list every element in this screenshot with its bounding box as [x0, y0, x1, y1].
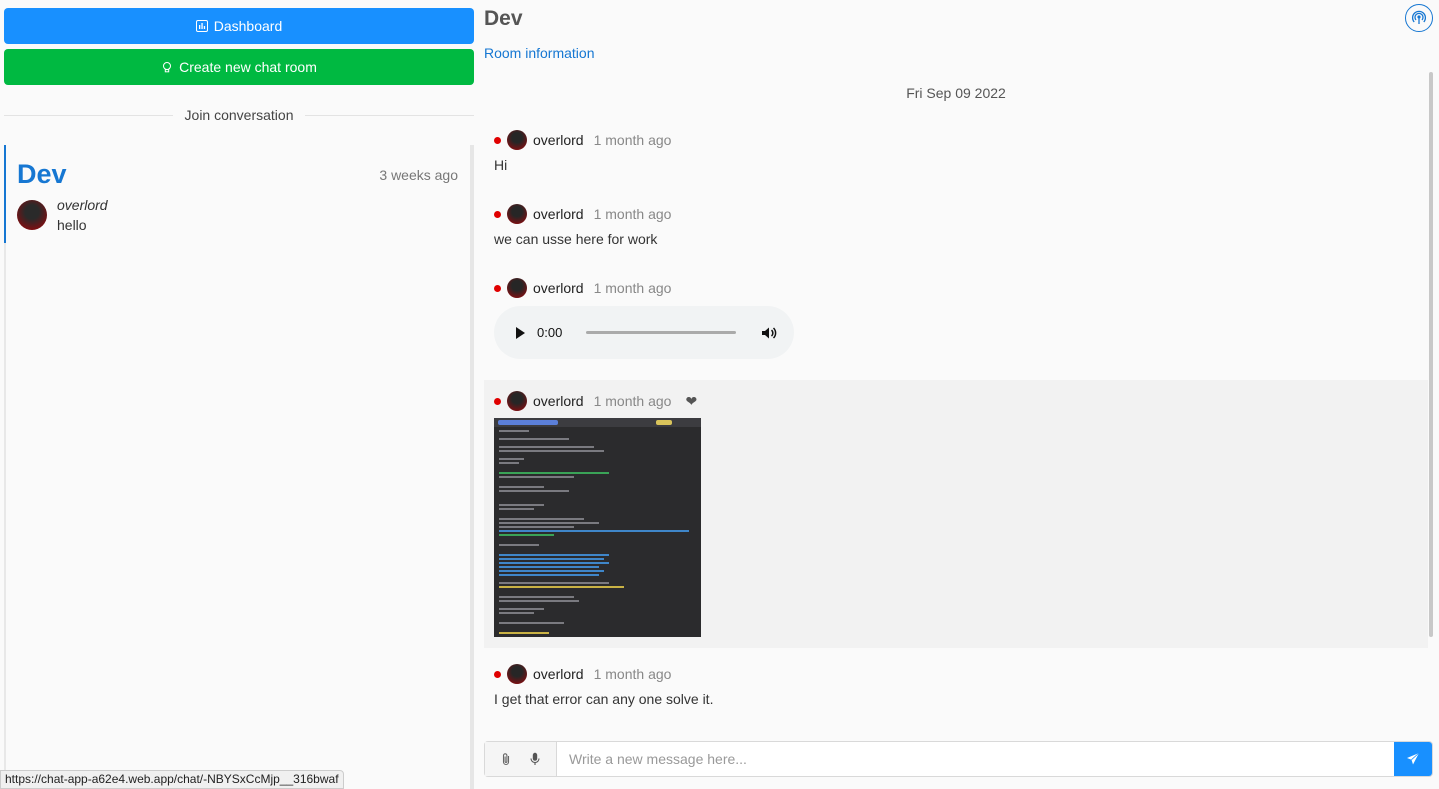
attach-button[interactable] [500, 752, 512, 766]
room-title: Dev [17, 159, 67, 189]
room-list: Dev 3 weeks ago overlord hello [4, 145, 470, 789]
date-separator: Fri Sep 09 2022 [906, 85, 1006, 101]
create-chat-room-button[interactable]: Create new chat room [4, 49, 474, 85]
message-text: I get that error can any one solve it. [494, 691, 714, 707]
dashboard-button[interactable]: Dashboard [4, 8, 474, 44]
sidebar: Dashboard Create new chat room Join conv… [0, 0, 478, 789]
send-button[interactable] [1394, 742, 1432, 776]
audio-time: 0:00 [537, 325, 563, 340]
volume-icon[interactable] [760, 324, 778, 342]
avatar [507, 664, 527, 684]
message-user: overlord [533, 666, 584, 682]
message-list-scrollbar[interactable] [1429, 72, 1433, 637]
message-header: overlord 1 month ago ❤ [494, 391, 697, 411]
sidebar-scrollbar[interactable] [470, 145, 474, 789]
composer-addons [485, 742, 557, 776]
message-header: overlord 1 month ago [494, 278, 671, 298]
message-header: overlord 1 month ago [494, 664, 671, 684]
message-text: we can usse here for work [494, 231, 658, 247]
room-item-dev[interactable]: Dev 3 weeks ago overlord hello [4, 145, 472, 243]
dashboard-label: Dashboard [213, 18, 283, 34]
online-status-dot [494, 284, 501, 292]
message-time: 1 month ago [593, 206, 672, 222]
message-header: overlord 1 month ago [494, 130, 671, 150]
room-time: 3 weeks ago [379, 167, 458, 183]
online-status-dot [494, 397, 501, 405]
message-input[interactable] [557, 742, 1394, 776]
online-status-dot [494, 210, 501, 218]
room-information-link[interactable]: Room information [484, 45, 595, 61]
room-last-author: overlord [57, 197, 108, 213]
paperclip-icon [502, 753, 509, 766]
room-last-message: hello [57, 217, 87, 233]
broadcast-icon [1411, 10, 1427, 24]
chat-panel: Dev Room information Fri Sep 09 2022 ove… [478, 0, 1439, 789]
message-time: 1 month ago [593, 132, 672, 148]
message-user: overlord [533, 280, 584, 296]
message-header: overlord 1 month ago [494, 204, 671, 224]
voice-record-button[interactable] [529, 752, 541, 766]
message: overlord 1 month ago Hi [484, 130, 1428, 180]
message-text: Hi [494, 157, 508, 173]
audio-progress-slider[interactable] [586, 331, 736, 334]
online-status-dot [494, 136, 501, 144]
audio-player: 0:00 [494, 306, 794, 359]
avatar [507, 391, 527, 411]
message: overlord 1 month ago we can usse here fo… [484, 204, 1428, 254]
send-icon [1407, 752, 1420, 765]
message-time: 1 month ago [593, 666, 672, 682]
microphone-icon [530, 752, 540, 765]
message-time: 1 month ago [593, 280, 672, 296]
online-status-dot [494, 670, 501, 678]
terminal-title-bar [494, 418, 701, 427]
terminal-screenshot-image[interactable] [494, 418, 701, 637]
avatar [507, 130, 527, 150]
message: overlord 1 month ago 0:00 [484, 278, 1428, 368]
message-time: 1 month ago [593, 393, 672, 409]
message-composer [484, 741, 1433, 777]
join-conversation-label: Join conversation [184, 107, 294, 123]
message-user: overlord [533, 393, 584, 409]
message-user: overlord [533, 132, 584, 148]
chat-title: Dev [484, 7, 523, 30]
bulb-icon [163, 62, 172, 73]
message-user: overlord [533, 206, 584, 222]
avatar [507, 278, 527, 298]
message: overlord 1 month ago I get that error ca… [484, 664, 1428, 714]
join-conversation-divider: Join conversation [4, 106, 474, 124]
heart-icon[interactable]: ❤ [685, 393, 697, 410]
avatar [507, 204, 527, 224]
broadcast-button[interactable] [1405, 4, 1433, 32]
message-list: Fri Sep 09 2022 overlord 1 month ago Hi … [484, 72, 1428, 727]
avatar [17, 200, 47, 230]
message: overlord 1 month ago ❤ [484, 380, 1428, 648]
play-icon[interactable] [516, 326, 525, 339]
dashboard-icon [195, 20, 208, 32]
create-chat-room-label: Create new chat room [179, 59, 317, 75]
status-bar-url: https://chat-app-a62e4.web.app/chat/-NBY… [0, 770, 344, 789]
